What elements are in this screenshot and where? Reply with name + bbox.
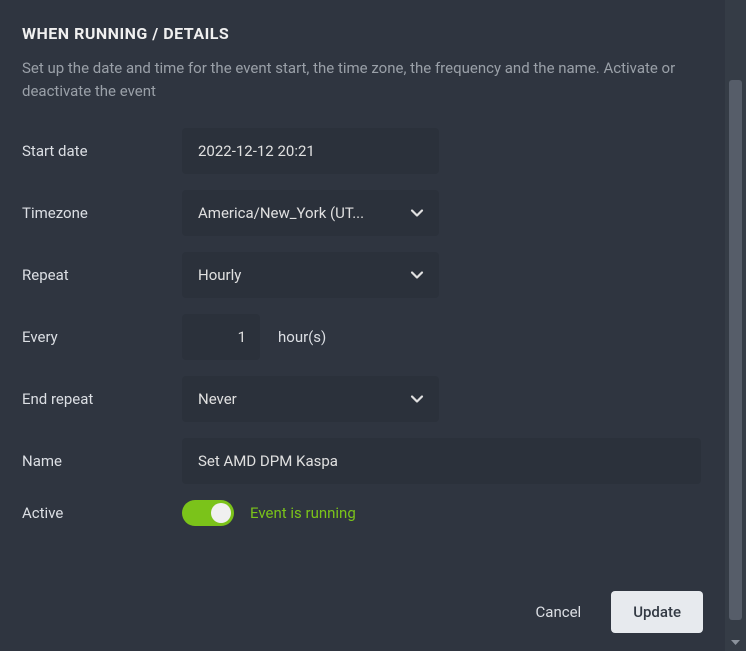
row-active: Active Event is running [22, 500, 703, 526]
row-name: Name [22, 438, 703, 484]
repeat-select[interactable]: Hourly [182, 252, 439, 298]
active-toggle-row: Event is running [182, 500, 356, 526]
every-label: Every [22, 328, 182, 346]
timezone-select[interactable]: America/New_York (UT... [182, 190, 439, 236]
end-repeat-label: End repeat [22, 390, 182, 408]
every-input[interactable] [182, 314, 260, 360]
row-timezone: Timezone America/New_York (UT... [22, 190, 703, 236]
end-repeat-select[interactable]: Never [182, 376, 439, 422]
row-repeat: Repeat Hourly [22, 252, 703, 298]
name-label: Name [22, 452, 182, 470]
row-end-repeat: End repeat Never [22, 376, 703, 422]
active-label: Active [22, 504, 182, 522]
every-suffix: hour(s) [278, 328, 326, 346]
scrollbar-track[interactable] [725, 0, 746, 651]
scrollbar-thumb[interactable] [729, 80, 742, 620]
timezone-select-wrap: America/New_York (UT... [182, 190, 439, 236]
toggle-knob [211, 503, 231, 523]
section-title: WHEN RUNNING / DETAILS [22, 24, 703, 43]
row-start-date: Start date [22, 128, 703, 174]
scrollbar-down-arrow-icon[interactable] [729, 636, 742, 649]
row-every: Every hour(s) [22, 314, 703, 360]
repeat-select-wrap: Hourly [182, 252, 439, 298]
cancel-button[interactable]: Cancel [530, 595, 588, 629]
section-description: Set up the date and time for the event s… [22, 57, 703, 102]
end-repeat-select-wrap: Never [182, 376, 439, 422]
actions-bar: Cancel Update [530, 591, 703, 633]
name-input[interactable] [182, 438, 701, 484]
active-status-text: Event is running [250, 504, 356, 522]
when-running-details-panel: WHEN RUNNING / DETAILS Set up the date a… [0, 0, 725, 651]
start-date-input[interactable] [182, 128, 439, 174]
active-toggle[interactable] [182, 500, 234, 526]
repeat-label: Repeat [22, 266, 182, 284]
timezone-label: Timezone [22, 204, 182, 222]
update-button[interactable]: Update [611, 591, 703, 633]
start-date-label: Start date [22, 142, 182, 160]
